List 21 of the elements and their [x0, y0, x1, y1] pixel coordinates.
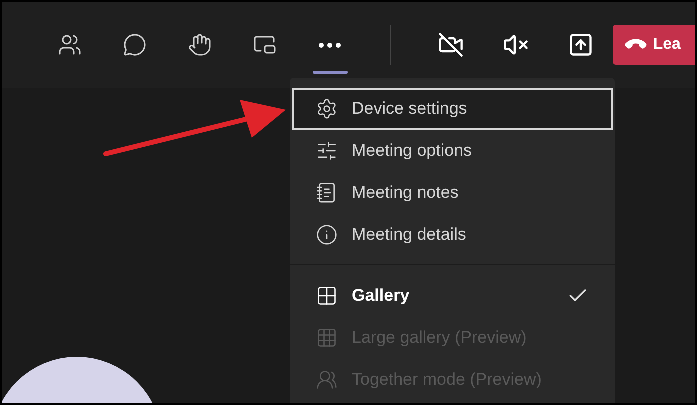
people-icon: [58, 33, 82, 57]
speaker-muted-icon: [503, 32, 530, 58]
menu-item[interactable]: Meeting details: [292, 214, 613, 256]
notes-icon: [316, 182, 338, 204]
menu-item[interactable]: Gallery: [292, 275, 613, 317]
grid-icon: [316, 285, 338, 307]
chat-icon: [123, 33, 148, 57]
hand-icon: [188, 33, 212, 57]
info-icon: [316, 224, 338, 246]
share-icon: [568, 32, 594, 58]
menu-item[interactable]: Meeting options: [292, 130, 613, 172]
camera-off-icon: [438, 32, 464, 58]
selected-indicator: [313, 71, 348, 74]
menu-item[interactable]: Device settings: [292, 88, 613, 130]
settings-icon: [316, 98, 338, 120]
people-icon: [316, 369, 338, 391]
sliders-icon: [316, 140, 338, 162]
more-icon: [318, 42, 341, 48]
leave-button[interactable]: Lea: [613, 25, 695, 65]
menu-item[interactable]: Meeting notes: [292, 172, 613, 214]
grid-icon: [316, 327, 338, 349]
